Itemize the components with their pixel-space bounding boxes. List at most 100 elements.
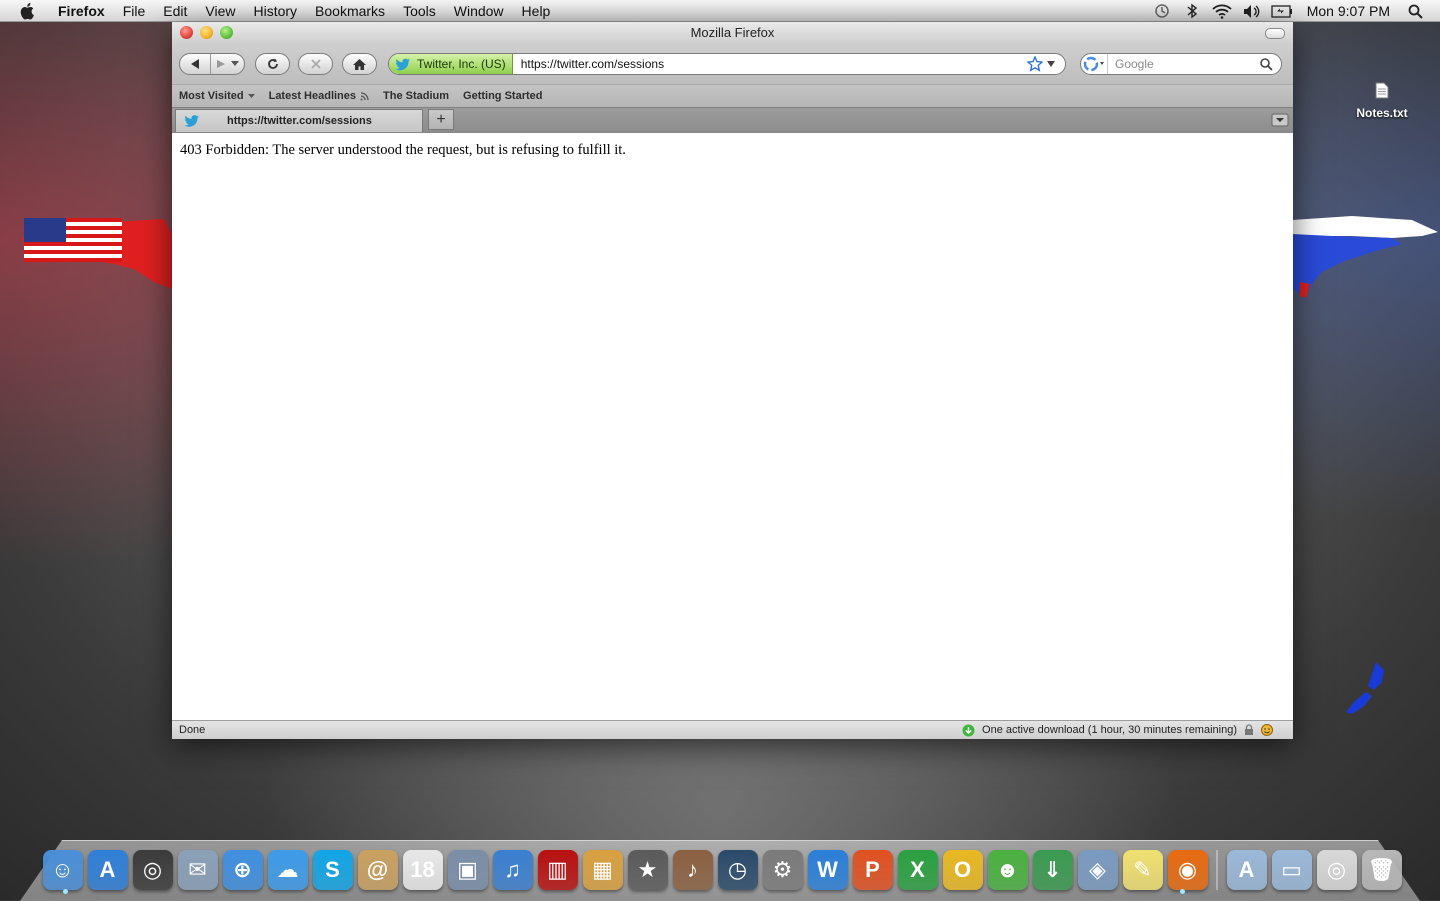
back-arrow-icon (191, 59, 199, 69)
remote-desktop-dock-icon[interactable]: ◈ (1077, 850, 1118, 890)
page-content: 403 Forbidden: The server understood the… (172, 132, 1293, 720)
preview-dock-icon[interactable]: ▣ (447, 850, 488, 890)
menu-window[interactable]: Window (445, 3, 513, 19)
battery-icon[interactable] (1271, 3, 1293, 19)
app-store-dock-icon[interactable]: A (87, 850, 128, 890)
skype-dock-icon[interactable]: S (312, 850, 353, 890)
downloads-globe-dock-icon[interactable]: ⇓ (1032, 850, 1073, 890)
trash-dock-icon[interactable]: 🗑 (1361, 850, 1402, 890)
desktop-file-notes[interactable]: Notes.txt (1350, 82, 1414, 120)
menu-help[interactable]: Help (513, 3, 560, 19)
firefox-dock-icon[interactable]: ◉ (1167, 850, 1208, 890)
address-book-dock-icon[interactable]: @ (357, 850, 398, 890)
address-bar[interactable]: Twitter, Inc. (US) https://twitter.com/s… (388, 53, 1066, 75)
tab-twitter-sessions[interactable]: https://twitter.com/sessions (175, 109, 423, 132)
word-dock-icon[interactable]: W (807, 850, 848, 890)
url-dropdown-icon[interactable] (1047, 61, 1055, 67)
minimize-window-button[interactable] (200, 26, 213, 39)
finder-dock-icon[interactable]: ☺ (42, 850, 83, 890)
window-titlebar[interactable]: Mozilla Firefox (172, 22, 1293, 44)
documents-folder-dock-icon[interactable]: ▭ (1271, 850, 1312, 890)
list-all-tabs-icon[interactable] (1271, 112, 1289, 128)
close-window-button[interactable] (180, 26, 193, 39)
stop-button[interactable] (298, 53, 333, 75)
bluetooth-icon[interactable] (1181, 3, 1203, 19)
stop-icon (310, 59, 321, 69)
search-engine-selector[interactable] (1081, 54, 1108, 74)
window-title: Mozilla Firefox (690, 25, 775, 40)
search-bar[interactable]: Google (1080, 53, 1282, 75)
site-identity-button[interactable]: Twitter, Inc. (US) (389, 54, 513, 74)
dock-running-indicator (1180, 889, 1185, 894)
bookmark-latest-headlines[interactable]: Latest Headlines (262, 90, 376, 102)
iphoto-dock-icon[interactable]: ▦ (582, 850, 623, 890)
wifi-icon[interactable] (1211, 3, 1233, 19)
search-input[interactable]: Google (1115, 57, 1259, 71)
menu-tools[interactable]: Tools (394, 3, 445, 19)
home-button[interactable] (342, 53, 377, 75)
navigation-toolbar: Twitter, Inc. (US) https://twitter.com/s… (172, 44, 1293, 84)
toolbar-toggle-button[interactable] (1265, 28, 1285, 39)
menu-edit[interactable]: Edit (154, 3, 196, 19)
ichat-dock-icon[interactable]: ☁ (267, 850, 308, 890)
forward-arrow-icon (217, 60, 225, 68)
menu-extras: Mon 9:07 PM (1147, 0, 1440, 22)
new-tab-button[interactable]: + (428, 109, 454, 130)
safari-dock-icon[interactable]: ⊕ (222, 850, 263, 890)
desktop-file-label: Notes.txt (1356, 106, 1408, 120)
url-text[interactable]: https://twitter.com/sessions (521, 57, 1027, 71)
volume-icon[interactable] (1241, 3, 1263, 19)
time-machine-dock-icon[interactable]: ◷ (717, 850, 758, 890)
system-preferences-dock-icon[interactable]: ⚙ (762, 850, 803, 890)
dock: ☺ A ◎ ✉ ⊕ ☁ S @18 ▣ ♫ ▥ ▦ ★ ♪ ◷ ⚙ W P X O ☻ ⇓ ◈ ✎ ◉ A ▭ ◎ 🗑 (40, 842, 1404, 890)
menu-view[interactable]: View (196, 3, 244, 19)
russia-flag-map-decoration (1292, 216, 1438, 298)
reload-button[interactable] (255, 53, 290, 75)
download-status-text: One active download (1 hour, 30 minutes … (982, 724, 1237, 736)
stickies-dock-icon[interactable]: ✎ (1122, 850, 1163, 890)
apple-menu-icon[interactable] (18, 2, 38, 20)
forward-button[interactable] (211, 54, 231, 74)
bookmark-most-visited[interactable]: Most Visited (172, 90, 262, 102)
google-engine-icon (1083, 56, 1104, 72)
bookmark-the-stadium[interactable]: The Stadium (376, 90, 456, 102)
bookmark-label: Most Visited (179, 90, 244, 102)
mail-dock-icon[interactable]: ✉ (177, 850, 218, 890)
history-dropdown-icon[interactable] (231, 61, 239, 67)
dashboard-dock-icon[interactable]: ◎ (132, 850, 173, 890)
time-machine-status-icon[interactable] (1151, 3, 1173, 19)
download-arrow-icon (962, 724, 975, 736)
spotlight-icon[interactable] (1404, 3, 1426, 19)
menu-app-firefox[interactable]: Firefox (52, 3, 114, 19)
photo-booth-dock-icon[interactable]: ▥ (537, 850, 578, 890)
download-status[interactable]: One active download (1 hour, 30 minutes … (962, 721, 1273, 739)
garageband-dock-icon[interactable]: ♪ (672, 850, 713, 890)
movie-file-dock-icon[interactable]: ◎ (1316, 850, 1357, 890)
zoom-window-button[interactable] (220, 26, 233, 39)
menubar-clock[interactable]: Mon 9:07 PM (1307, 3, 1390, 19)
ical-dock-icon[interactable]: 18 (402, 850, 443, 890)
applications-folder-dock-icon[interactable]: A (1226, 850, 1267, 890)
new-zealand-map-decoration (1346, 662, 1384, 714)
imovie-dock-icon[interactable]: ★ (627, 850, 668, 890)
lock-icon[interactable] (1243, 724, 1255, 736)
outlook-dock-icon[interactable]: O (942, 850, 983, 890)
messenger-dock-icon[interactable]: ☻ (987, 850, 1028, 890)
itunes-dock-icon[interactable]: ♫ (492, 850, 533, 890)
back-forward-group (179, 53, 245, 75)
status-text: Done (179, 724, 206, 736)
tab-strip: https://twitter.com/sessions + (172, 107, 1293, 132)
powerpoint-dock-icon[interactable]: P (852, 850, 893, 890)
bookmark-getting-started[interactable]: Getting Started (456, 90, 549, 102)
home-icon (353, 58, 366, 70)
window-controls (180, 26, 233, 39)
bookmark-star-icon[interactable] (1027, 56, 1043, 72)
menu-file[interactable]: File (114, 3, 155, 19)
search-icon[interactable] (1259, 57, 1273, 71)
dock-running-indicator (63, 889, 68, 894)
back-button[interactable] (180, 54, 211, 74)
menu-history[interactable]: History (244, 3, 306, 19)
excel-dock-icon[interactable]: X (897, 850, 938, 890)
menu-bookmarks[interactable]: Bookmarks (306, 3, 394, 19)
addon-smiley-icon[interactable] (1261, 724, 1273, 736)
